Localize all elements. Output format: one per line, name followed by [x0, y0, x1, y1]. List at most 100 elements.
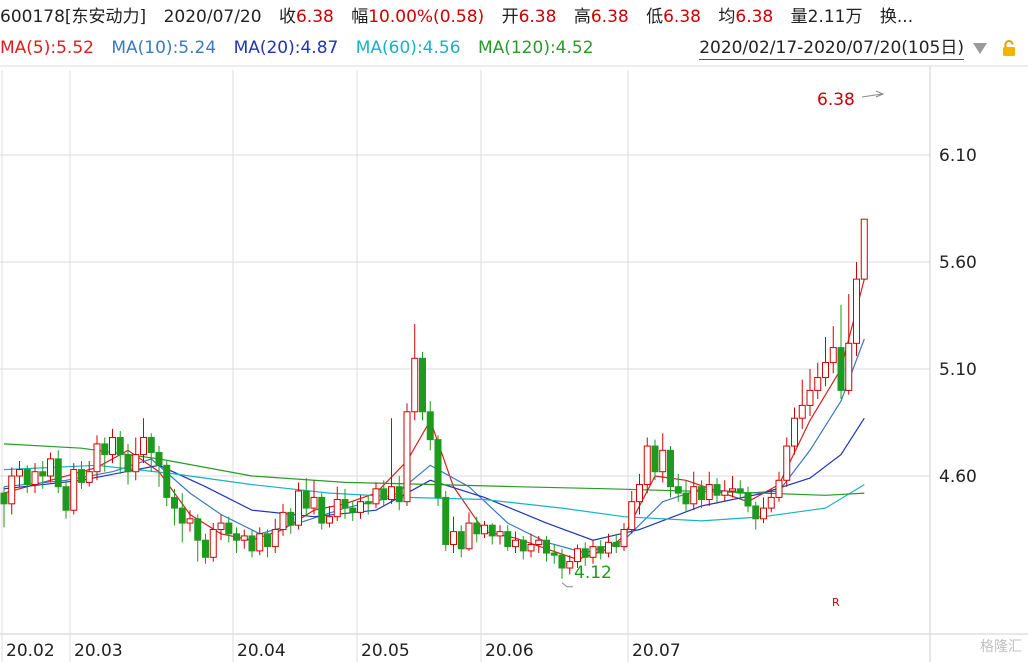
candle-body	[256, 533, 264, 552]
candle	[829, 326, 837, 374]
candle-body	[39, 471, 47, 477]
candle-body	[450, 531, 457, 545]
candle-body	[589, 546, 597, 558]
candle-body	[620, 529, 628, 548]
candle	[186, 510, 194, 532]
y-tick-label: 6.10	[939, 146, 977, 166]
candle	[209, 523, 217, 562]
candle-body	[116, 436, 124, 456]
candle-body	[767, 496, 775, 509]
candle	[713, 478, 721, 504]
candle-body	[8, 475, 16, 505]
candle-body	[512, 539, 519, 548]
candle-body	[326, 516, 333, 524]
candle-body	[419, 357, 426, 413]
candle-body	[543, 539, 550, 554]
candle-body	[54, 458, 62, 488]
candle-body	[163, 464, 171, 498]
candle	[54, 450, 62, 494]
candle	[682, 480, 690, 513]
candle-body	[535, 539, 543, 545]
candlestick-chart[interactable]: 6.10 5.60 5.10 4.60 20.02 20.03 20.04 20.05 20.0…	[0, 0, 1028, 662]
candle-body	[93, 443, 101, 473]
y-tick-label: 5.60	[939, 253, 977, 273]
candle-body	[279, 511, 287, 531]
candle	[287, 508, 295, 534]
candle-body	[364, 501, 372, 505]
candle-body	[209, 529, 217, 558]
candle	[837, 304, 845, 399]
candle	[496, 525, 504, 545]
candle	[194, 514, 202, 562]
candle	[388, 418, 395, 504]
ma-line-ma10	[3, 338, 865, 554]
candle-body	[457, 531, 465, 550]
candle-body	[473, 522, 481, 535]
candle	[62, 480, 70, 519]
candle-body	[186, 518, 194, 524]
candle	[372, 482, 380, 509]
candle-body	[349, 507, 357, 513]
watermark-logo: 格隆汇	[980, 639, 1022, 655]
candle	[853, 262, 860, 357]
candle-body	[798, 404, 806, 419]
candle-body	[465, 522, 473, 550]
candle	[481, 520, 488, 539]
candle-body	[860, 218, 868, 280]
candle-body	[132, 454, 140, 473]
x-tick-label: 20.02	[6, 641, 55, 661]
candle	[225, 516, 233, 543]
candle-body	[628, 501, 636, 530]
candle	[403, 403, 411, 506]
ma-line-ma60	[3, 464, 865, 522]
y-tick-label: 4.60	[939, 467, 977, 487]
candle	[752, 501, 760, 530]
candle-body	[659, 449, 667, 473]
candle	[597, 540, 605, 560]
candle	[636, 473, 643, 515]
candle	[488, 523, 496, 545]
candle-body	[85, 471, 93, 483]
candle-body	[240, 535, 248, 541]
candle-body	[496, 531, 504, 537]
candle-body	[682, 492, 690, 505]
candle	[736, 480, 744, 500]
candle-body	[380, 488, 388, 501]
candle	[233, 527, 240, 554]
candle-body	[574, 548, 581, 563]
candle-body	[651, 445, 659, 473]
low-price-annotation: 4.12	[574, 563, 612, 583]
candle-body	[287, 511, 295, 526]
candle	[23, 465, 31, 494]
candle-body	[395, 486, 403, 503]
candle-body	[217, 522, 225, 531]
candle	[124, 443, 132, 485]
candle	[256, 527, 264, 556]
candle	[822, 336, 829, 387]
candle-body	[310, 496, 318, 509]
candle-body	[814, 377, 822, 391]
candle	[860, 218, 868, 280]
candle	[760, 497, 767, 524]
candle-body	[16, 469, 23, 477]
candle-body	[674, 486, 682, 494]
candle	[8, 467, 16, 515]
candle	[450, 516, 457, 554]
candle	[705, 471, 713, 506]
candle-body	[124, 454, 132, 473]
candle	[729, 476, 736, 498]
ma-line-ma5	[3, 278, 865, 561]
candle	[318, 493, 326, 530]
candle	[744, 486, 752, 513]
candle	[47, 452, 54, 483]
candle	[806, 369, 814, 417]
candle	[504, 525, 512, 551]
candle-body	[698, 486, 705, 501]
candle-body	[775, 479, 783, 498]
candle-body	[760, 507, 767, 520]
candle	[589, 540, 597, 564]
candle-body	[318, 496, 326, 524]
candle-body	[845, 342, 853, 391]
candle-body	[581, 548, 589, 558]
candle-body	[822, 362, 829, 379]
